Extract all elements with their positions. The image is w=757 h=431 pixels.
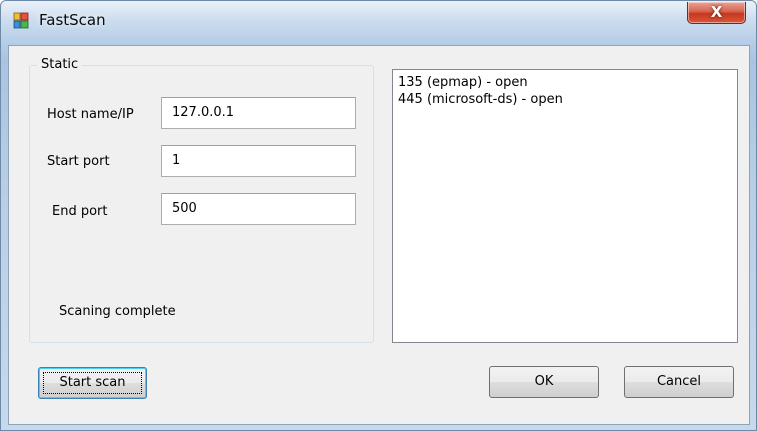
list-item[interactable]: 445 (microsoft-ds) - open bbox=[398, 92, 563, 107]
close-icon: X bbox=[710, 3, 723, 21]
focus-indicator bbox=[43, 372, 142, 394]
ok-button[interactable]: OK bbox=[489, 366, 599, 398]
host-input-value: 127.0.0.1 bbox=[172, 105, 235, 120]
window-title: FastScan bbox=[39, 11, 106, 29]
start-scan-button[interactable]: Start scan bbox=[38, 367, 147, 399]
static-group-legend: Static bbox=[37, 57, 83, 72]
cancel-button[interactable]: Cancel bbox=[624, 366, 734, 398]
close-button[interactable]: X bbox=[687, 2, 746, 24]
title-bar[interactable]: FastScan bbox=[1, 1, 756, 41]
cancel-label: Cancel bbox=[656, 374, 702, 389]
scan-status-text: Scaning complete bbox=[59, 304, 176, 319]
list-item[interactable]: 135 (epmap) - open bbox=[398, 75, 528, 90]
start-port-label: Start port bbox=[47, 154, 110, 169]
results-listbox[interactable]: 135 (epmap) - open 445 (microsoft-ds) - … bbox=[392, 69, 738, 343]
host-input[interactable]: 127.0.0.1 bbox=[161, 97, 356, 129]
end-port-input[interactable]: 500 bbox=[161, 193, 356, 225]
ok-label: OK bbox=[534, 374, 554, 389]
host-label: Host name/IP bbox=[47, 107, 134, 122]
start-port-input[interactable]: 1 bbox=[161, 145, 356, 177]
end-port-value: 500 bbox=[172, 201, 197, 216]
fastscan-window: FastScan X Static Host name/IP 127.0.0.1… bbox=[0, 0, 757, 431]
fastscan-app-icon bbox=[13, 12, 29, 29]
end-port-label: End port bbox=[52, 204, 108, 219]
start-port-value: 1 bbox=[172, 153, 181, 168]
